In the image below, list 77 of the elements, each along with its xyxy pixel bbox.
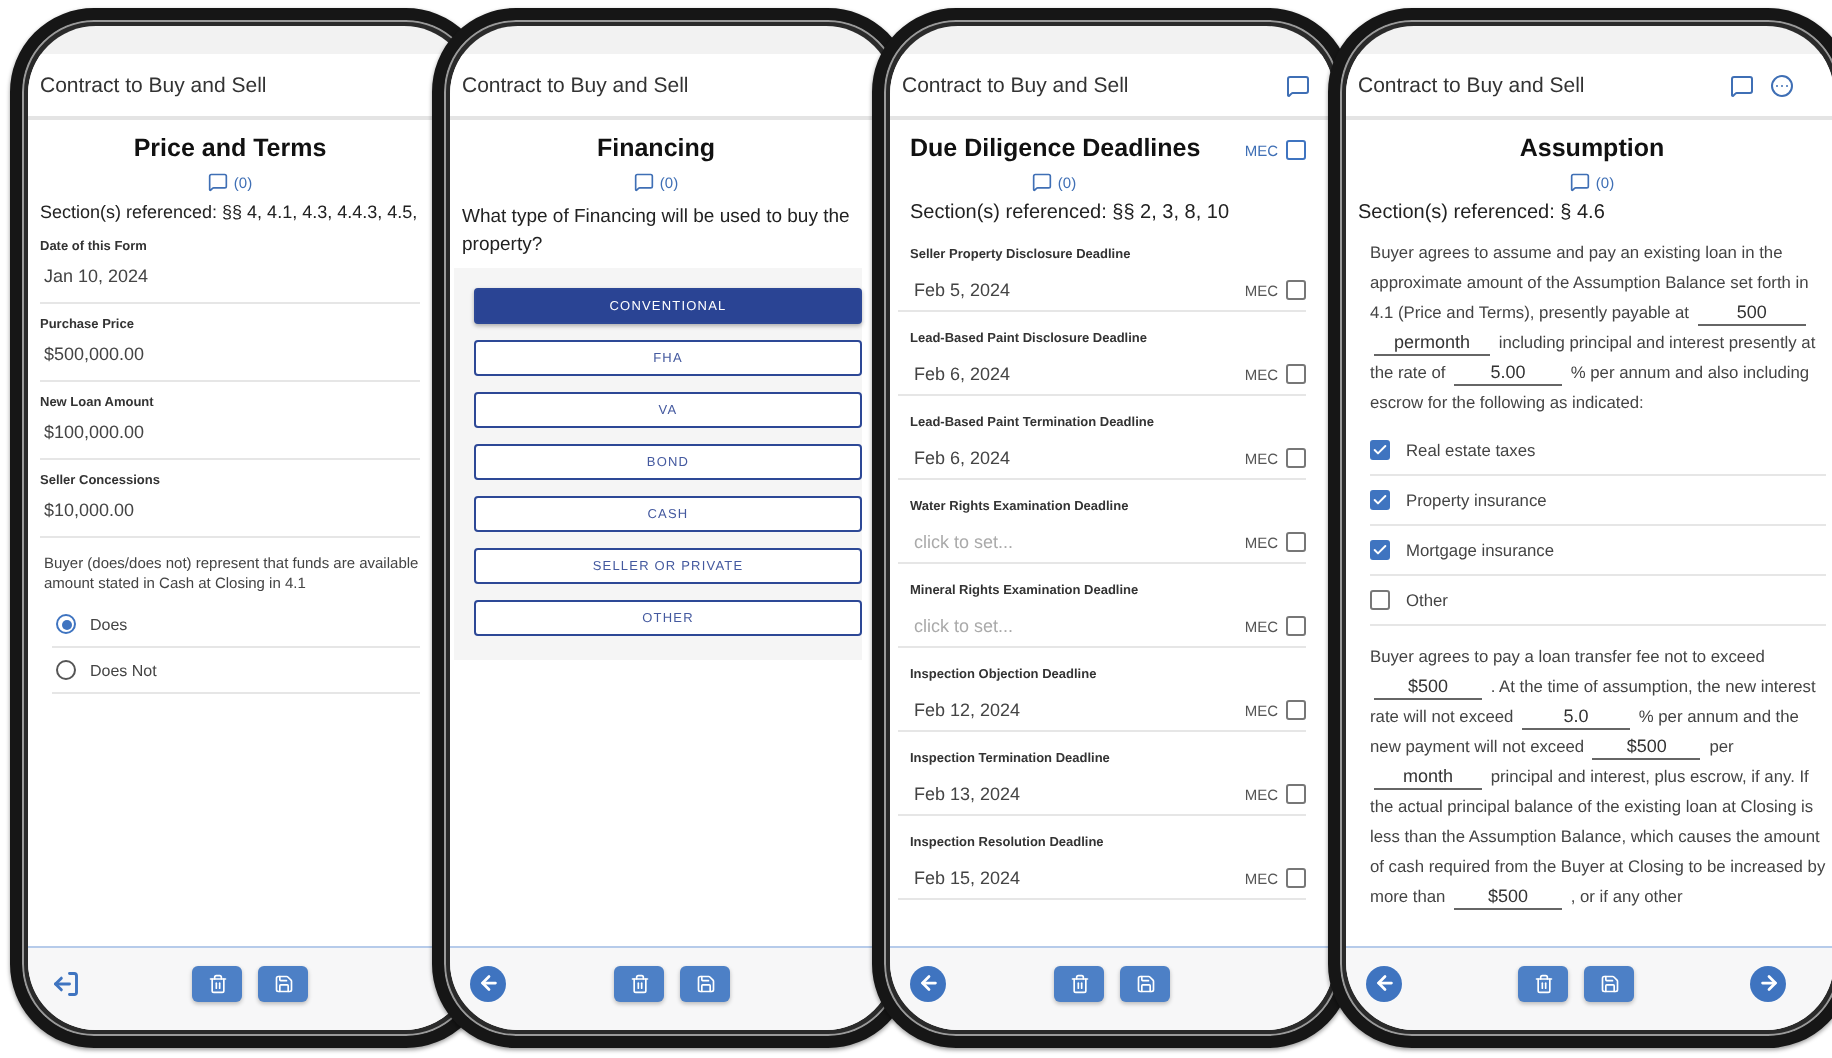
checkbox[interactable] (1370, 590, 1390, 610)
radio-label: Does Not (90, 661, 157, 679)
paragraph-text: Buyer agrees to assume and pay an existing loan in the approximate amount of the Assumption Balance set forth in 4.1 (Price and Terms), presently payable at 500 permonth including principal and interest presently at the rate of 5.00 % per annum and also including escrow for the following as indicated: (1368, 240, 1818, 416)
checkbox[interactable] (1370, 540, 1390, 560)
exit-icon (52, 969, 80, 997)
more-icon[interactable] (1770, 73, 1794, 97)
chat-icon (633, 172, 654, 192)
arrow-right-icon (1757, 972, 1779, 994)
delete-button[interactable] (1518, 965, 1568, 1001)
save-button[interactable] (1584, 965, 1634, 1001)
date-value[interactable]: Feb 6, 2024 (910, 364, 1011, 384)
save-icon (1599, 973, 1619, 993)
back-button[interactable] (470, 965, 506, 1001)
save-button[interactable] (258, 965, 308, 1001)
date-value[interactable]: Feb 13, 2024 (910, 784, 1021, 804)
checkbox[interactable] (1286, 868, 1306, 888)
checkbox[interactable] (1370, 490, 1390, 510)
next-button[interactable] (1750, 965, 1786, 1001)
sections-referenced: Section(s) referenced: §§ 2, 3, 8, 10 (908, 202, 1230, 224)
date-value[interactable]: Feb 15, 2024 (910, 868, 1021, 888)
checkbox[interactable] (1286, 784, 1306, 804)
date-value[interactable]: Feb 5, 2024 (910, 280, 1011, 300)
chat-icon[interactable] (1286, 73, 1310, 97)
delete-button[interactable] (192, 965, 242, 1001)
checkbox[interactable] (1286, 140, 1306, 160)
save-icon (1135, 973, 1155, 993)
chat-icon (207, 172, 228, 192)
field-value: $500,000.00 (42, 344, 147, 364)
checkbox[interactable] (1286, 616, 1306, 636)
save-icon (695, 973, 715, 993)
paragraph-text: Buyer agrees to pay a loan transfer fee not to exceed $500 . At the time of assumption, the new interest rate will not exceed 5.0 % per annum and the new payment will not exceed $500 per month principal and interest, plus escrow, if any. If the actual principal balance of the existing loan at Closing is less than the Assumption Balance, which causes the amount of cash required from the Buyer at Closing to be increased by more than $500 , or if any other (1368, 644, 1826, 912)
arrow-left-icon (477, 972, 499, 994)
date-value[interactable]: Feb 6, 2024 (910, 448, 1011, 468)
radio-button[interactable] (56, 614, 76, 634)
app-title: Contract to Buy and Sell (462, 73, 691, 97)
checkbox-label: Real estate taxes (1406, 440, 1536, 460)
app-title: Contract to Buy and Sell (902, 73, 1131, 97)
chat-icon (1569, 172, 1590, 192)
date-value[interactable]: Feb 12, 2024 (910, 700, 1021, 720)
app-title: Contract to Buy and Sell (40, 73, 269, 97)
checkbox[interactable] (1286, 364, 1306, 384)
checkbox[interactable] (1286, 280, 1306, 300)
checkbox-label: Other (1406, 590, 1448, 610)
section-heading: Financing (594, 134, 718, 162)
radio-button[interactable] (56, 660, 76, 680)
delete-button[interactable] (614, 965, 664, 1001)
checkbox[interactable] (1286, 448, 1306, 468)
chat-icon[interactable] (1730, 73, 1754, 97)
arrow-left-icon (1373, 972, 1395, 994)
save-icon (273, 973, 293, 993)
app-title: Contract to Buy and Sell (1358, 73, 1587, 97)
chat-icon (1031, 172, 1052, 192)
delete-button[interactable] (1054, 965, 1104, 1001)
sections-referenced: Section(s) referenced: § 4.6 (1358, 202, 1605, 224)
trash-icon (629, 973, 649, 993)
checkbox-label: Property insurance (1406, 490, 1547, 510)
back-button[interactable] (1366, 965, 1402, 1001)
back-button[interactable] (910, 965, 946, 1001)
section-heading: Due Diligence Deadlines (910, 134, 1201, 162)
save-button[interactable] (680, 965, 730, 1001)
checkbox[interactable] (1286, 532, 1306, 552)
section-heading: Assumption (1517, 134, 1667, 162)
sections-referenced: Section(s) referenced: §§ 4, 4.1, 4.3, 4.4.3, 4.5, (40, 202, 418, 222)
radio-label: Does (90, 615, 128, 633)
save-button[interactable] (1120, 965, 1170, 1001)
trash-icon (1069, 973, 1089, 993)
question-text: What type of Financing will be used to buy the property? (462, 204, 850, 260)
field-value: $10,000.00 (42, 500, 137, 520)
field-value: $100,000.00 (42, 422, 147, 442)
field-value: Jan 10, 2024 (42, 266, 151, 286)
trash-icon (1533, 973, 1553, 993)
arrow-left-icon (917, 972, 939, 994)
checkbox-label: Mortgage insurance (1406, 540, 1555, 560)
checkbox[interactable] (1286, 700, 1306, 720)
trash-icon (207, 973, 227, 993)
section-heading: Price and Terms (131, 134, 329, 162)
checkbox[interactable] (1370, 440, 1390, 460)
